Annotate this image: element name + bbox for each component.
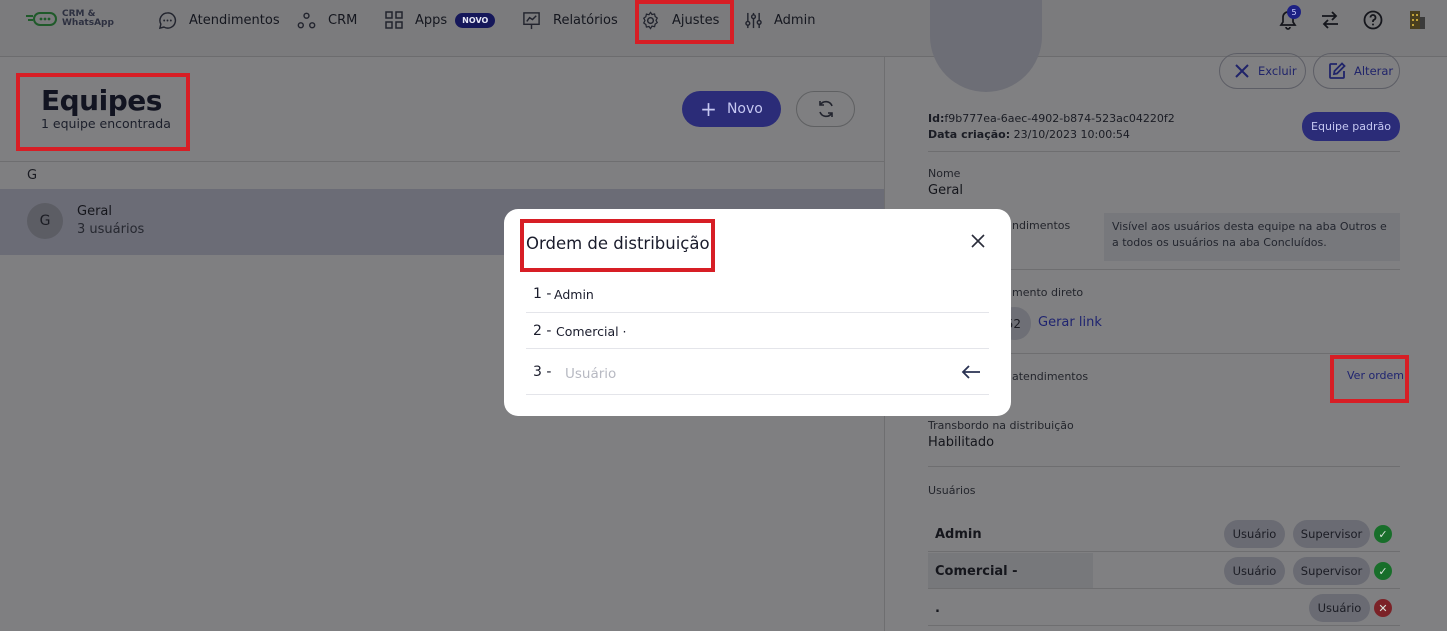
role-chip-supervisor[interactable]: Supervisor bbox=[1293, 520, 1370, 548]
order-user-name: Comercial · bbox=[556, 324, 627, 339]
logo-text: CRM & WhatsApp bbox=[62, 10, 114, 28]
add-user-button[interactable] bbox=[959, 361, 983, 383]
highlight-ajustes bbox=[635, 0, 734, 44]
app-logo[interactable]: CRM & WhatsApp bbox=[26, 10, 114, 28]
role-chip-usuario[interactable]: Usuário bbox=[1224, 557, 1285, 585]
attendance-label: ndimentos bbox=[1012, 219, 1071, 232]
order-number: 3 - bbox=[533, 364, 552, 380]
nav-relatorios[interactable]: Relatórios bbox=[522, 8, 618, 32]
error-x-icon: ✕ bbox=[1374, 599, 1392, 617]
divider bbox=[928, 466, 1400, 467]
edit-label: Alterar bbox=[1354, 64, 1394, 78]
nodes-icon bbox=[297, 12, 316, 28]
order-number: 2 - bbox=[533, 323, 552, 339]
user-select-input[interactable]: Usuário bbox=[565, 366, 616, 382]
distribution-label: atendimentos bbox=[1012, 370, 1089, 383]
swap-arrows-icon bbox=[1322, 11, 1338, 29]
new-team-button[interactable]: + Novo bbox=[682, 91, 781, 127]
created-label: Data criação: bbox=[928, 128, 1011, 141]
nav-crm-label: CRM bbox=[328, 12, 358, 28]
building-icon bbox=[1410, 11, 1425, 29]
switch-button[interactable] bbox=[1318, 8, 1342, 32]
new-badge: NOVO bbox=[455, 12, 496, 28]
role-chip-usuario[interactable]: Usuário bbox=[1309, 594, 1370, 622]
new-team-label: Novo bbox=[726, 101, 763, 117]
modal-close-button[interactable] bbox=[967, 230, 989, 252]
nav-atendimentos-label: Atendimentos bbox=[189, 12, 280, 28]
arrow-left-icon bbox=[961, 365, 980, 379]
refresh-icon bbox=[818, 100, 833, 118]
nav-apps[interactable]: Apps NOVO bbox=[385, 8, 496, 32]
check-icon: ✓ bbox=[1374, 562, 1392, 580]
highlight-ver-ordem bbox=[1330, 355, 1409, 403]
id-value: f9b777ea-6aec-4902-b874-523ac04220f2 bbox=[944, 112, 1175, 125]
nav-admin[interactable]: Admin bbox=[745, 8, 815, 32]
nav-atendimentos[interactable]: Atendimentos bbox=[158, 8, 280, 32]
user-name: Admin bbox=[935, 527, 982, 542]
highlight-equipes-title bbox=[16, 73, 190, 151]
presentation-chart-icon bbox=[523, 11, 540, 29]
nav-relatorios-label: Relatórios bbox=[553, 12, 618, 28]
team-name: Geral bbox=[77, 204, 112, 219]
order-user-name: Admin bbox=[554, 287, 594, 302]
logo-line-2: WhatsApp bbox=[62, 18, 114, 28]
help-circle-icon bbox=[1363, 10, 1383, 30]
delete-button[interactable]: Excluir bbox=[1219, 53, 1306, 89]
user-name: . bbox=[935, 601, 940, 616]
team-created: Data criação: 23/10/2023 10:00:54 bbox=[928, 128, 1130, 141]
notification-count-badge: 5 bbox=[1287, 5, 1301, 19]
grid-icon bbox=[385, 11, 403, 29]
edit-pencil-icon bbox=[1329, 62, 1346, 79]
overflow-label: Transbordo na distribuição bbox=[928, 419, 1074, 432]
name-label: Nome bbox=[928, 167, 961, 180]
sliders-icon bbox=[745, 12, 762, 28]
users-label: Usuários bbox=[928, 484, 976, 497]
nav-apps-label: Apps bbox=[415, 12, 448, 28]
overflow-value: Habilitado bbox=[928, 435, 995, 450]
role-chip-usuario[interactable]: Usuário bbox=[1224, 520, 1285, 548]
order-row bbox=[526, 276, 989, 313]
team-id: Id:f9b777ea-6aec-4902-b874-523ac04220f2 bbox=[928, 112, 1175, 125]
id-label: Id: bbox=[928, 112, 945, 125]
highlight-modal-title bbox=[520, 219, 715, 272]
plus-icon: + bbox=[700, 97, 717, 121]
team-user-count: 3 usuários bbox=[77, 222, 145, 237]
nav-admin-label: Admin bbox=[774, 12, 816, 28]
whatsapp-logo-icon bbox=[26, 12, 57, 26]
attendance-info-text: Visível aos usuários desta equipe na aba… bbox=[1104, 213, 1400, 261]
help-button[interactable] bbox=[1361, 8, 1385, 32]
company-avatar[interactable] bbox=[1405, 8, 1429, 32]
check-icon: ✓ bbox=[1374, 525, 1392, 543]
nav-crm[interactable]: CRM bbox=[297, 8, 357, 32]
divider bbox=[928, 151, 1400, 152]
close-icon bbox=[971, 234, 985, 248]
order-number: 1 - bbox=[533, 286, 552, 302]
created-value: 23/10/2023 10:00:54 bbox=[1013, 128, 1130, 141]
refresh-button[interactable] bbox=[796, 91, 855, 127]
direct-attendance-label: mento direto bbox=[1012, 286, 1084, 299]
close-x-icon bbox=[1235, 64, 1249, 78]
delete-label: Excluir bbox=[1258, 64, 1297, 78]
group-letter-header: G bbox=[0, 161, 884, 189]
edit-button[interactable]: Alterar bbox=[1313, 53, 1400, 89]
default-team-button[interactable]: Equipe padrão bbox=[1302, 112, 1400, 141]
role-chip-supervisor[interactable]: Supervisor bbox=[1293, 557, 1370, 585]
name-value: Geral bbox=[928, 183, 963, 198]
team-avatar: G bbox=[27, 203, 63, 239]
chat-bubble-icon bbox=[158, 11, 177, 29]
generate-link-button[interactable]: Gerar link bbox=[1038, 315, 1102, 330]
user-name: Comercial - bbox=[935, 564, 1018, 579]
